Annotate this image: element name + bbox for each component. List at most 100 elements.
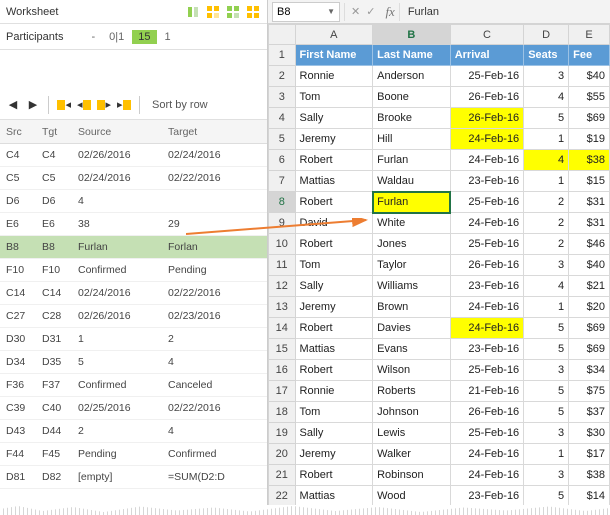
cell[interactable]: $55 — [569, 87, 610, 108]
cell[interactable]: Ronnie — [295, 66, 373, 87]
cell[interactable]: 23-Feb-16 — [450, 276, 524, 297]
row-head[interactable]: 4 — [269, 108, 296, 129]
next-button[interactable]: ▶ — [26, 97, 40, 113]
cell[interactable]: $17 — [569, 444, 610, 465]
cell[interactable]: Sally — [295, 276, 373, 297]
row-head[interactable]: 7 — [269, 171, 296, 192]
cell[interactable]: $38 — [569, 465, 610, 486]
diff-row[interactable]: D81D82[empty]=SUM(D2:D — [0, 466, 267, 489]
cell[interactable]: 3 — [524, 423, 569, 444]
diff-row[interactable]: D6D64 — [0, 190, 267, 213]
cell[interactable]: $46 — [569, 234, 610, 255]
cell[interactable]: $37 — [569, 402, 610, 423]
cell[interactable]: 23-Feb-16 — [450, 171, 524, 192]
cell[interactable]: 21-Feb-16 — [450, 381, 524, 402]
fx-icon[interactable]: fx — [385, 4, 394, 20]
row-head[interactable]: 5 — [269, 129, 296, 150]
cell[interactable]: $30 — [569, 423, 610, 444]
cell[interactable]: Sally — [295, 108, 373, 129]
cell[interactable]: 5 — [524, 381, 569, 402]
cell[interactable]: 24-Feb-16 — [450, 444, 524, 465]
cell[interactable]: David — [295, 213, 373, 234]
cell[interactable]: $19 — [569, 129, 610, 150]
cell[interactable]: Taylor — [373, 255, 451, 276]
col-head-D[interactable]: D — [524, 25, 569, 45]
cell[interactable]: 25-Feb-16 — [450, 234, 524, 255]
cell[interactable]: Boone — [373, 87, 451, 108]
col-src-head[interactable]: Src — [0, 122, 36, 142]
col-head-C[interactable]: C — [450, 25, 524, 45]
cell[interactable]: Waldau — [373, 171, 451, 192]
cell[interactable]: 26-Feb-16 — [450, 108, 524, 129]
cell[interactable]: $69 — [569, 108, 610, 129]
row-head[interactable]: 12 — [269, 276, 296, 297]
cell[interactable]: Brooke — [373, 108, 451, 129]
cell[interactable]: 5 — [524, 108, 569, 129]
row-head[interactable]: 14 — [269, 318, 296, 339]
row-head[interactable]: 17 — [269, 381, 296, 402]
cell[interactable]: $31 — [569, 192, 610, 213]
cell[interactable]: 5 — [524, 339, 569, 360]
cell[interactable]: Robert — [295, 465, 373, 486]
cell[interactable]: Walker — [373, 444, 451, 465]
cell[interactable]: 26-Feb-16 — [450, 87, 524, 108]
cell[interactable]: Robert — [295, 234, 373, 255]
row-head[interactable]: 1 — [269, 45, 296, 66]
enter-icon[interactable]: ✓ — [366, 5, 375, 18]
cell[interactable]: 3 — [524, 66, 569, 87]
cell[interactable]: Robert — [295, 318, 373, 339]
select-all-corner[interactable] — [269, 25, 296, 45]
header-cell[interactable]: Fee — [569, 45, 610, 66]
prev-button[interactable]: ◀ — [6, 97, 20, 113]
cell[interactable]: Robert — [295, 360, 373, 381]
nav-next-icon[interactable]: ▸ — [97, 97, 111, 113]
cell[interactable]: $31 — [569, 213, 610, 234]
cell[interactable]: 25-Feb-16 — [450, 360, 524, 381]
diff-row[interactable]: F10F10ConfirmedPending — [0, 259, 267, 282]
view-icon-3[interactable] — [225, 4, 241, 20]
cell[interactable]: $21 — [569, 276, 610, 297]
diff-row[interactable]: D34D3554 — [0, 351, 267, 374]
cancel-icon[interactable]: ✕ — [351, 5, 360, 18]
cell[interactable]: Furlan — [373, 192, 451, 213]
cell[interactable]: Robinson — [373, 465, 451, 486]
cell[interactable]: $15 — [569, 171, 610, 192]
cell[interactable]: $40 — [569, 255, 610, 276]
row-head[interactable]: 18 — [269, 402, 296, 423]
cell[interactable]: 1 — [524, 297, 569, 318]
diff-row[interactable]: C5C502/24/201602/22/2016 — [0, 167, 267, 190]
nav-last-icon[interactable]: ▸ — [117, 97, 131, 113]
row-head[interactable]: 16 — [269, 360, 296, 381]
grid[interactable]: ABCDE1First NameLast NameArrivalSeatsFee… — [268, 24, 610, 515]
cell[interactable]: 5 — [524, 402, 569, 423]
cell[interactable]: 4 — [524, 87, 569, 108]
cell[interactable]: 24-Feb-16 — [450, 465, 524, 486]
cell[interactable]: Tom — [295, 87, 373, 108]
cell[interactable]: 5 — [524, 318, 569, 339]
header-cell[interactable]: Arrival — [450, 45, 524, 66]
diff-row[interactable]: B8B8FurlanForlan — [0, 236, 267, 259]
cell[interactable]: Anderson — [373, 66, 451, 87]
cell[interactable]: 24-Feb-16 — [450, 213, 524, 234]
cell[interactable]: Jeremy — [295, 444, 373, 465]
row-head[interactable]: 10 — [269, 234, 296, 255]
cell[interactable]: Robert — [295, 192, 373, 213]
row-head[interactable]: 11 — [269, 255, 296, 276]
row-head[interactable]: 20 — [269, 444, 296, 465]
cell[interactable]: White — [373, 213, 451, 234]
diff-row[interactable]: C4C402/26/201602/24/2016 — [0, 144, 267, 167]
cell[interactable]: 3 — [524, 255, 569, 276]
nav-prev-icon[interactable]: ◂ — [77, 97, 91, 113]
cell[interactable]: Wilson — [373, 360, 451, 381]
row-head[interactable]: 6 — [269, 150, 296, 171]
sort-label[interactable]: Sort by row — [152, 99, 208, 111]
cell[interactable]: 2 — [524, 192, 569, 213]
cell[interactable]: Brown — [373, 297, 451, 318]
header-cell[interactable]: First Name — [295, 45, 373, 66]
formula-value[interactable]: Furlan — [408, 6, 439, 18]
view-icon-4[interactable] — [245, 4, 261, 20]
diff-row[interactable]: D30D3112 — [0, 328, 267, 351]
cell[interactable]: 2 — [524, 213, 569, 234]
diff-row[interactable]: C39C4002/25/201602/22/2016 — [0, 397, 267, 420]
cell[interactable]: $69 — [569, 318, 610, 339]
